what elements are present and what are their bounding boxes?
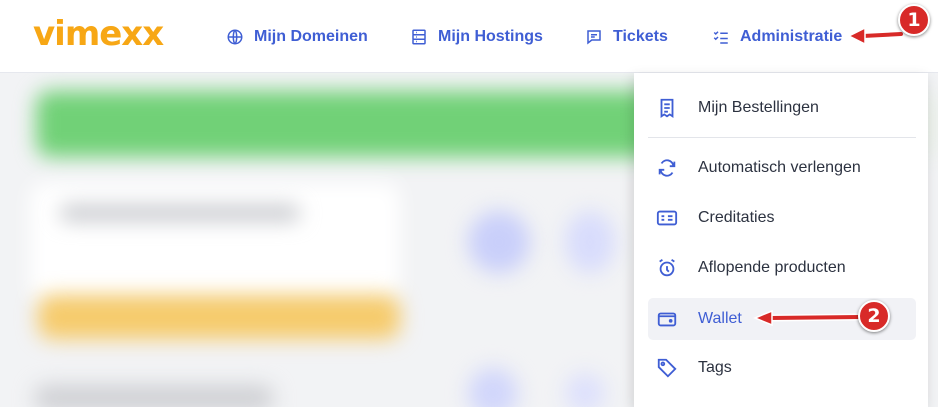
menu-item-creditaties[interactable]: Creditaties (648, 197, 916, 239)
blurred-text-line (60, 205, 300, 221)
blurred-text-line (34, 385, 274, 407)
credit-icon (656, 210, 678, 226)
annotation-step-badge: 1 (898, 4, 930, 36)
nav-tickets[interactable]: Tickets (585, 24, 668, 50)
nav-tickets-label: Tickets (613, 28, 668, 45)
menu-item-mijn-bestellingen[interactable]: Mijn Bestellingen (648, 87, 916, 129)
globe-icon (227, 29, 243, 45)
nav-mijn-hostings-label: Mijn Hostings (438, 28, 543, 45)
alarm-icon (659, 258, 675, 277)
menu-divider (648, 137, 916, 138)
menu-item-label: Aflopende producten (698, 259, 846, 276)
blurred-card (30, 183, 400, 303)
chat-icon (587, 30, 601, 45)
blurred-circle (565, 373, 605, 407)
wallet-icon (657, 312, 677, 327)
menu-item-label: Creditaties (698, 209, 775, 226)
tag-icon (657, 358, 677, 378)
blurred-circle (468, 368, 518, 407)
menu-item-tags[interactable]: Tags (648, 347, 916, 389)
menu-item-label: Automatisch verlengen (698, 159, 861, 176)
annotation-step-badge: 2 (858, 300, 890, 332)
nav-mijn-hostings[interactable]: Mijn Hostings (410, 24, 543, 50)
blurred-yellow-banner (38, 295, 400, 339)
menu-item-label: Tags (698, 359, 732, 376)
refresh-icon (658, 159, 676, 177)
blurred-circle (565, 211, 615, 273)
top-navigation-bar: vimexx Mijn Domeinen Mijn Hostings Ticke… (0, 0, 938, 73)
checklist-icon (713, 31, 728, 44)
annotation-arrow-1-icon (847, 26, 903, 46)
menu-item-aflopende-producten[interactable]: Aflopende producten (648, 247, 916, 289)
annotation-arrow-2-icon (753, 309, 862, 327)
nav-mijn-domeinen-label: Mijn Domeinen (254, 28, 368, 45)
menu-item-label: Mijn Bestellingen (698, 99, 819, 116)
vimexx-logo[interactable]: vimexx (33, 14, 164, 54)
menu-item-automatisch-verlengen[interactable]: Automatisch verlengen (648, 147, 916, 189)
server-icon (412, 29, 426, 45)
blurred-circle (468, 211, 530, 273)
administratie-dropdown-menu: Mijn Bestellingen Automatisch verlengen … (634, 73, 928, 407)
nav-administratie-label: Administratie (740, 28, 843, 45)
nav-mijn-domeinen[interactable]: Mijn Domeinen (226, 24, 368, 50)
blurred-green-banner (36, 91, 676, 157)
menu-item-label: Wallet (698, 310, 742, 327)
receipt-icon (660, 98, 674, 118)
nav-administratie[interactable]: Administratie (712, 24, 842, 50)
